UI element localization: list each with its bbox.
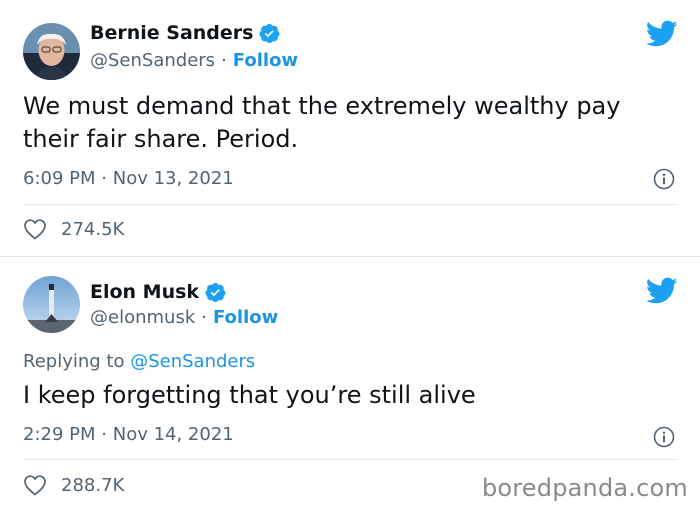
- tweet-date: Nov 13, 2021: [112, 168, 234, 189]
- heart-icon: [24, 219, 46, 240]
- like-button[interactable]: 288.7K: [23, 474, 124, 496]
- watermark: boredpanda.com: [481, 474, 688, 502]
- avatar[interactable]: [23, 276, 80, 333]
- verified-badge-icon: [205, 282, 226, 302]
- avatar[interactable]: [23, 23, 80, 80]
- follow-button[interactable]: Follow: [233, 50, 298, 71]
- twitter-bird-icon[interactable]: [646, 20, 678, 48]
- replying-prefix: Replying to: [23, 351, 125, 372]
- handle-row: @SenSanders · Follow: [90, 50, 298, 71]
- tweet-date: Nov 14, 2021: [112, 424, 234, 445]
- twitter-bird-icon[interactable]: [646, 277, 678, 305]
- handle-row: @elonmusk · Follow: [90, 307, 278, 328]
- verified-badge-icon: [259, 23, 280, 43]
- heart-icon: [24, 475, 46, 496]
- timestamp[interactable]: 6:09 PM · Nov 13, 2021: [23, 168, 234, 189]
- like-count: 288.7K: [61, 474, 125, 496]
- timestamp[interactable]: 2:29 PM · Nov 14, 2021: [23, 424, 234, 445]
- handle[interactable]: @SenSanders: [90, 50, 215, 71]
- tweet-time: 6:09 PM: [23, 168, 96, 189]
- mention-link[interactable]: @SenSanders: [130, 351, 255, 372]
- author-row: Bernie Sanders: [90, 22, 280, 44]
- separator: ·: [201, 307, 207, 328]
- like-button[interactable]: 274.5K: [23, 218, 124, 240]
- divider: [23, 459, 677, 460]
- tweet-time: 2:29 PM: [23, 424, 96, 445]
- divider: [23, 204, 677, 205]
- handle[interactable]: @elonmusk: [90, 307, 195, 328]
- display-name[interactable]: Elon Musk: [90, 281, 199, 303]
- replying-to: Replying to @SenSanders: [23, 351, 255, 372]
- separator: ·: [221, 50, 227, 71]
- separator: ·: [101, 424, 107, 445]
- tweet-card-sensanders: Bernie Sanders @SenSanders · Follow We m…: [0, 0, 700, 256]
- tweet-text: We must demand that the extremely wealth…: [23, 92, 621, 153]
- tweet-text: I keep forgetting that you’re still aliv…: [23, 381, 476, 409]
- follow-button[interactable]: Follow: [213, 307, 278, 328]
- separator: ·: [101, 168, 107, 189]
- info-icon[interactable]: [653, 168, 675, 190]
- author-row: Elon Musk: [90, 281, 226, 303]
- like-count: 274.5K: [61, 218, 125, 240]
- info-icon[interactable]: [653, 426, 675, 448]
- display-name[interactable]: Bernie Sanders: [90, 22, 253, 44]
